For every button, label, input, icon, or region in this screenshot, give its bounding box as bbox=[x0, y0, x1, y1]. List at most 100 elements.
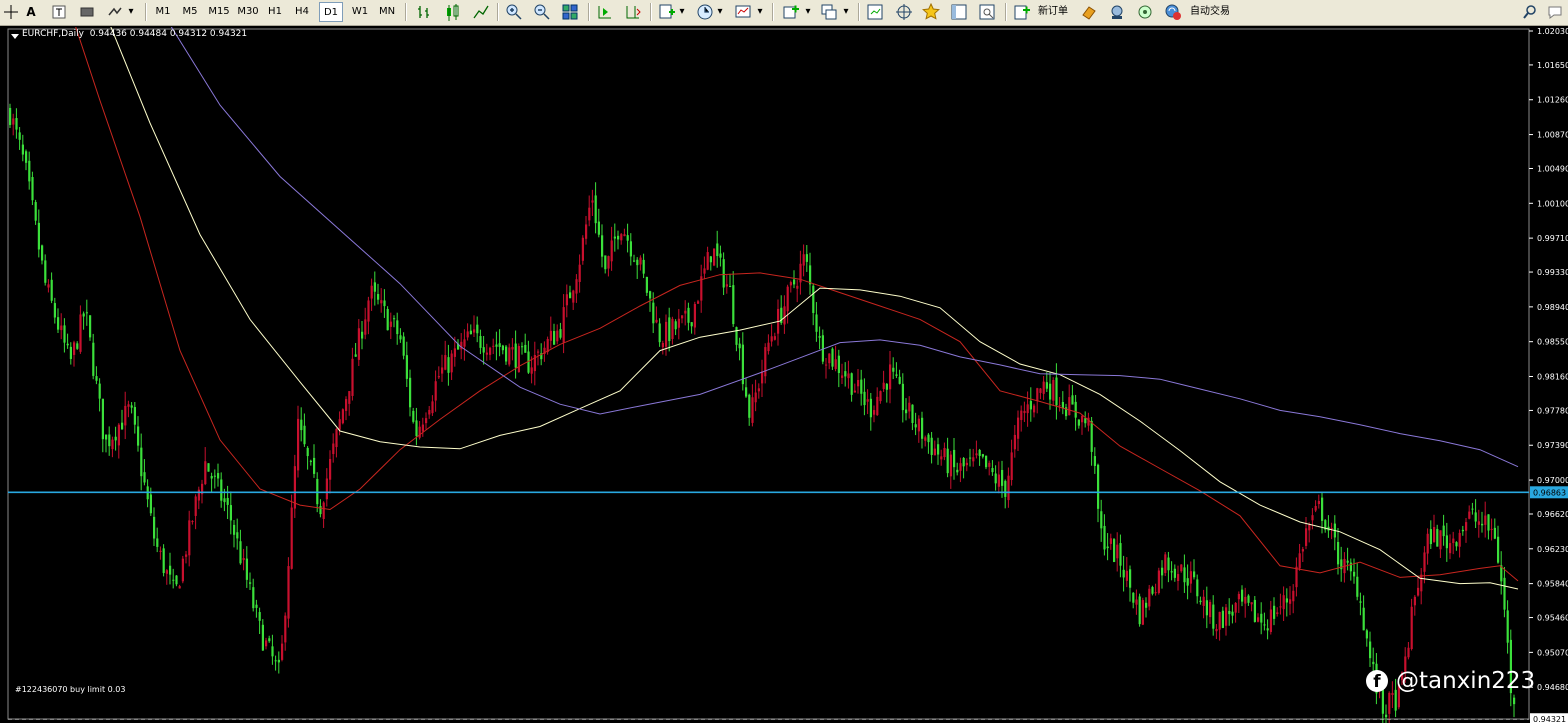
candle-body bbox=[239, 541, 242, 564]
autoscroll-icon[interactable] bbox=[596, 3, 614, 21]
candle-body bbox=[1311, 515, 1314, 521]
timeframe-mn[interactable]: MN bbox=[375, 2, 399, 22]
candle-body bbox=[1052, 380, 1055, 401]
candle-body bbox=[1109, 538, 1112, 544]
candle-body bbox=[601, 235, 604, 257]
indicators-dropdown[interactable]: ▾ bbox=[678, 2, 686, 22]
candle-body bbox=[946, 448, 949, 474]
templates-icon[interactable] bbox=[734, 3, 752, 21]
zoom-out-icon[interactable] bbox=[533, 3, 551, 21]
candle-body bbox=[293, 466, 296, 509]
candle-body bbox=[185, 554, 188, 557]
candle-body bbox=[1154, 592, 1157, 594]
candle-body bbox=[1119, 543, 1122, 566]
candle-body bbox=[105, 434, 108, 440]
candle-body bbox=[834, 359, 837, 369]
candle-body bbox=[140, 447, 143, 477]
data-window-icon[interactable] bbox=[950, 3, 968, 21]
market-watch-icon[interactable] bbox=[866, 3, 884, 21]
templates-dropdown[interactable]: ▾ bbox=[756, 2, 764, 22]
candle bbox=[386, 306, 389, 331]
price-axis-label: 0.99710 bbox=[1537, 234, 1568, 243]
crosshair-cursor-icon[interactable] bbox=[2, 3, 20, 21]
timeframe-m1[interactable]: M1 bbox=[151, 2, 175, 22]
new-chart-dropdown[interactable]: ▾ bbox=[804, 2, 812, 22]
candle-body bbox=[809, 265, 812, 285]
candle-body bbox=[905, 409, 908, 414]
candle-body bbox=[306, 447, 309, 457]
zoom-in-icon[interactable] bbox=[505, 3, 523, 21]
candle-body bbox=[1407, 647, 1410, 658]
candle-body bbox=[284, 615, 287, 643]
timeframe-w1[interactable]: W1 bbox=[348, 2, 372, 22]
new-chart-icon[interactable] bbox=[782, 3, 800, 21]
navigator-icon[interactable] bbox=[895, 3, 913, 21]
candle-body bbox=[428, 409, 431, 415]
candle-body bbox=[130, 405, 133, 408]
candle bbox=[181, 555, 184, 584]
facebook-logo-icon: f bbox=[1366, 670, 1388, 692]
signals-icon[interactable] bbox=[1136, 3, 1154, 21]
rectangle-icon[interactable] bbox=[78, 3, 96, 21]
expert-advisors-icon[interactable] bbox=[1164, 3, 1182, 21]
candle-body bbox=[1023, 410, 1026, 414]
candle-body bbox=[1221, 610, 1224, 628]
timeframe-m30[interactable]: M30 bbox=[236, 2, 260, 22]
text-label-icon[interactable] bbox=[50, 3, 68, 21]
periods-dropdown[interactable]: ▾ bbox=[716, 2, 724, 22]
profiles-icon[interactable] bbox=[820, 3, 838, 21]
candle-body bbox=[1125, 570, 1128, 581]
candle-body bbox=[1199, 600, 1202, 603]
price-chart[interactable]: 1.02030 1.01650 1.01260 1.00870 1.00490 1.001… bbox=[0, 27, 1568, 723]
candle-body bbox=[671, 318, 674, 340]
candle-body bbox=[143, 472, 146, 483]
candle-body bbox=[994, 473, 997, 484]
drawing-tools-icon[interactable] bbox=[106, 3, 124, 21]
history-center-icon[interactable] bbox=[1080, 3, 1098, 21]
candle-body bbox=[1295, 566, 1298, 588]
auto-trading-button[interactable]: 自动交易 bbox=[1185, 2, 1235, 22]
timeframe-h1[interactable]: H1 bbox=[264, 2, 286, 22]
search-icon[interactable] bbox=[1521, 3, 1539, 21]
timeframe-m15[interactable]: M15 bbox=[205, 2, 233, 22]
candle-body bbox=[345, 399, 348, 411]
timeframe-m5[interactable]: M5 bbox=[178, 2, 202, 22]
candle-body bbox=[405, 355, 408, 379]
candle-body bbox=[1458, 532, 1461, 547]
candle-body bbox=[466, 331, 469, 338]
candle-body bbox=[101, 398, 104, 440]
text-tool-icon[interactable]: A bbox=[24, 2, 38, 22]
line-chart-icon[interactable] bbox=[472, 3, 490, 21]
price-axis-label: 0.94680 bbox=[1537, 683, 1568, 692]
candle-body bbox=[249, 582, 252, 584]
chat-icon[interactable] bbox=[1546, 3, 1564, 21]
candle bbox=[1253, 596, 1256, 623]
candle-body bbox=[1250, 602, 1253, 605]
options-icon[interactable] bbox=[1108, 3, 1126, 21]
candlestick-icon[interactable] bbox=[444, 3, 462, 21]
candle-body bbox=[1330, 528, 1333, 530]
candle-body bbox=[674, 321, 677, 330]
candle-body bbox=[825, 364, 828, 366]
chart-shift-icon[interactable] bbox=[624, 3, 642, 21]
candle-body bbox=[1157, 570, 1160, 593]
candle-body bbox=[252, 587, 255, 609]
bar-chart-icon[interactable] bbox=[415, 3, 433, 21]
favorites-icon[interactable] bbox=[922, 3, 940, 21]
candle-body bbox=[924, 437, 927, 441]
periods-icon[interactable] bbox=[696, 3, 714, 21]
candle-body bbox=[393, 318, 396, 320]
candle-body bbox=[60, 325, 63, 331]
timeframe-d1[interactable]: D1 bbox=[319, 2, 343, 22]
profiles-dropdown[interactable]: ▾ bbox=[842, 2, 850, 22]
candle-body bbox=[917, 418, 920, 432]
tile-windows-icon[interactable] bbox=[561, 3, 579, 21]
drawing-tools-dropdown[interactable]: ▾ bbox=[127, 2, 135, 22]
candle-body bbox=[434, 381, 437, 401]
candle-body bbox=[1461, 529, 1464, 532]
timeframe-h4[interactable]: H4 bbox=[291, 2, 313, 22]
new-order-icon[interactable] bbox=[1013, 3, 1031, 21]
new-order-button[interactable]: 新订单 bbox=[1033, 2, 1073, 22]
indicators-icon[interactable] bbox=[658, 3, 676, 21]
terminal-icon[interactable] bbox=[978, 3, 996, 21]
